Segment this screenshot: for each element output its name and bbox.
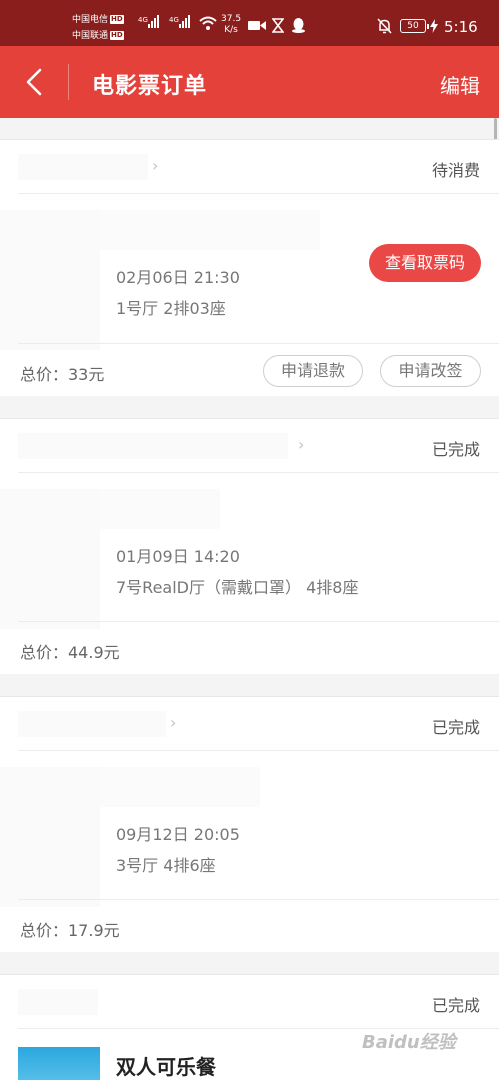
order-card-header[interactable]: 已完成: [18, 975, 499, 1029]
order-status: 待消费: [431, 161, 480, 180]
charging-icon: [430, 19, 438, 33]
order-card[interactable]: 已完成 双人可乐餐: [0, 974, 499, 1080]
page-title: 电影票订单: [92, 74, 208, 99]
movie-title: [100, 767, 260, 807]
clock: 5:16: [444, 18, 478, 36]
order-card[interactable]: › 待消费 02月06日 21:30 1号厅 2排03座 查看取票码 总价：33…: [0, 139, 499, 396]
total-price: 总价：44.9元: [20, 643, 120, 662]
show-datetime: 01月09日 14:20: [116, 547, 240, 566]
cinema-name: [18, 711, 166, 737]
cinema-name: [18, 154, 148, 180]
show-datetime: 02月06日 21:30: [116, 268, 240, 287]
cinema-name: [18, 989, 98, 1015]
edit-button[interactable]: 编辑: [440, 70, 480, 99]
order-status: 已完成: [431, 718, 480, 737]
seat-info: 1号厅 2排03座: [116, 299, 226, 318]
hourglass-icon: [272, 18, 284, 33]
net-speed-unit: K/s: [224, 25, 238, 35]
carrier-2: 中国联通: [72, 31, 109, 41]
app-header: 电影票订单 编辑: [0, 46, 499, 118]
order-card[interactable]: › 已完成 01月09日 14:20 7号RealD厅（需戴口罩） 4排8座 总…: [0, 418, 499, 674]
order-card-header[interactable]: › 已完成: [18, 419, 499, 473]
order-card-footer: 总价：44.9元: [18, 621, 499, 675]
combo-name: 双人可乐餐: [116, 1055, 216, 1079]
status-bar: 中国电信 HD 中国联通 HD 4G 4G 37.5 K/s 50 5:16: [0, 0, 499, 46]
hd-badge-2: HD: [110, 31, 124, 40]
wifi-icon: [199, 16, 217, 30]
carrier-1: 中国电信: [72, 15, 109, 25]
battery-indicator: 50: [400, 19, 429, 33]
network-type-2: 4G: [169, 16, 179, 24]
seat-info: 7号RealD厅（需戴口罩） 4排8座: [116, 578, 359, 597]
mute-bell-icon: [377, 18, 392, 34]
movie-poster: [0, 767, 100, 907]
order-status: 已完成: [431, 996, 480, 1015]
total-price: 总价：17.9元: [20, 921, 120, 940]
total-price: 总价：33元: [20, 365, 105, 384]
view-ticket-code-button[interactable]: 查看取票码: [369, 244, 481, 282]
chevron-right-icon: ›: [170, 713, 177, 732]
back-arrow-icon[interactable]: [20, 66, 50, 98]
net-speed-value: 37.5: [221, 14, 242, 24]
order-card-footer: 总价：17.9元: [18, 899, 499, 953]
network-type-1: 4G: [138, 16, 148, 24]
order-card-header[interactable]: › 待消费: [18, 140, 499, 194]
combo-image: [18, 1047, 100, 1080]
hd-badge-1: HD: [110, 15, 124, 24]
refund-button[interactable]: 申请退款: [263, 355, 363, 387]
net-speed: 37.5 K/s: [221, 14, 241, 36]
chevron-right-icon: ›: [152, 156, 159, 175]
order-card-header[interactable]: › 已完成: [18, 697, 499, 751]
show-datetime: 09月12日 20:05: [116, 825, 240, 844]
baidu-watermark: Baidu经验: [362, 1032, 456, 1053]
order-card-footer: 总价：33元 申请退款 申请改签: [18, 343, 499, 397]
movie-title: [100, 489, 220, 529]
movie-poster: [0, 210, 100, 350]
movie-title: [100, 210, 320, 250]
change-ticket-button[interactable]: 申请改签: [380, 355, 481, 387]
carrier-info: 中国电信 HD 中国联通 HD: [72, 12, 124, 44]
header-divider: [68, 64, 69, 100]
order-card[interactable]: › 已完成 09月12日 20:05 3号厅 4排6座 总价：17.9元: [0, 696, 499, 952]
signal-icon-1: [148, 14, 159, 28]
cinema-name: [18, 433, 288, 459]
chevron-right-icon: ›: [298, 435, 305, 454]
order-status: 已完成: [431, 440, 480, 459]
scrollbar[interactable]: [494, 118, 497, 140]
seat-info: 3号厅 4排6座: [116, 856, 216, 875]
video-camera-icon: [248, 21, 266, 30]
qq-icon: [292, 18, 305, 33]
signal-icon-2: [179, 14, 190, 28]
movie-poster: [0, 489, 100, 629]
